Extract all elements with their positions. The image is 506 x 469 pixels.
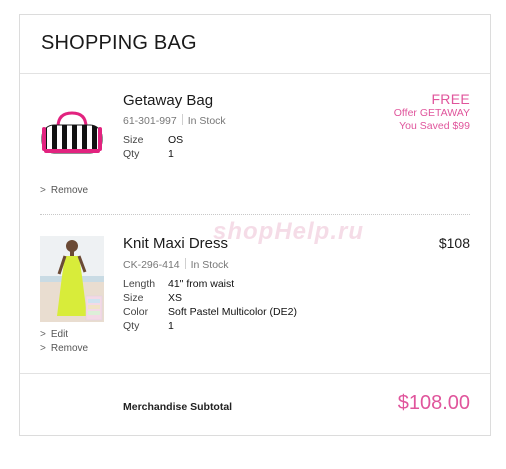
maxi-dress-model-thumbnail <box>40 236 104 322</box>
item-price: $108 <box>438 235 470 251</box>
remove-label: Remove <box>50 185 89 196</box>
spec-label: Size <box>123 292 144 304</box>
product-image[interactable] <box>40 105 104 161</box>
spec-row-length: Length 41" from waist <box>123 277 297 291</box>
product-meta: 61-301-997 In Stock <box>123 114 226 127</box>
meta-divider <box>181 114 183 125</box>
spec-row-qty: Qty 1 <box>123 319 297 333</box>
item-price: FREE <box>431 91 470 107</box>
product-specs: Length 41" from waist Size XS Color Soft… <box>123 277 297 333</box>
item-divider <box>40 214 470 215</box>
product-image[interactable] <box>40 236 104 322</box>
remove-label: Remove <box>50 343 89 354</box>
product-name[interactable]: Knit Maxi Dress <box>123 235 228 252</box>
price-block: $108 <box>439 235 470 251</box>
spec-label: Length <box>123 278 156 290</box>
subtotal-label: Merchandise Subtotal <box>123 401 233 413</box>
spec-value: Soft Pastel Multicolor (DE2) <box>168 306 297 318</box>
bag-item: Knit Maxi Dress CK-296-414 In Stock Lengt… <box>20 216 490 372</box>
edit-link[interactable]: > Edit <box>40 328 88 342</box>
product-sku: 61-301-997 <box>123 115 177 127</box>
spec-value: XS <box>168 292 183 304</box>
spec-value: 41" from waist <box>168 278 235 290</box>
spec-value: OS <box>168 134 184 146</box>
stock-status: In Stock <box>187 115 226 127</box>
item-actions: > Remove <box>40 184 88 198</box>
spec-label: Color <box>123 306 149 318</box>
spec-value: 1 <box>168 148 174 160</box>
remove-link[interactable]: > Remove <box>40 342 88 356</box>
subtotal-value: $108.00 <box>397 392 470 414</box>
chevron-right-icon: > <box>40 329 46 340</box>
item-actions: > Edit > Remove <box>40 328 88 356</box>
remove-link[interactable]: > Remove <box>40 184 88 198</box>
offer-code: Offer GETAWAY <box>393 107 470 119</box>
meta-divider <box>184 258 186 269</box>
spec-label: Qty <box>123 148 140 160</box>
spec-label: Size <box>123 134 144 146</box>
product-meta: CK-296-414 In Stock <box>123 258 229 271</box>
chevron-right-icon: > <box>40 185 46 196</box>
bag-header: SHOPPING BAG <box>20 15 490 74</box>
striped-duffel-bag-thumbnail <box>41 111 103 154</box>
chevron-right-icon: > <box>40 343 46 354</box>
edit-label: Edit <box>50 329 69 340</box>
spec-label: Qty <box>123 320 140 332</box>
stock-status: In Stock <box>190 259 229 271</box>
spec-row-color: Color Soft Pastel Multicolor (DE2) <box>123 305 297 319</box>
subtotal-row: Merchandise Subtotal $108.00 <box>20 373 490 436</box>
shopping-bag-panel: SHOPPING BAG Getaway Bag 61-301-997 In S… <box>19 14 491 436</box>
product-specs: Size OS Qty 1 <box>123 133 183 161</box>
price-block: FREE Offer GETAWAY You Saved $99 <box>394 91 470 133</box>
spec-value: 1 <box>168 320 174 332</box>
spec-row-qty: Qty 1 <box>123 147 183 161</box>
product-name[interactable]: Getaway Bag <box>123 92 213 109</box>
savings-text: You Saved $99 <box>399 120 470 132</box>
bag-item: Getaway Bag 61-301-997 In Stock Size OS Q… <box>20 75 490 215</box>
page-title: SHOPPING BAG <box>41 32 197 54</box>
product-sku: CK-296-414 <box>123 259 180 271</box>
spec-row-size: Size XS <box>123 291 297 305</box>
spec-row-size: Size OS <box>123 133 183 147</box>
